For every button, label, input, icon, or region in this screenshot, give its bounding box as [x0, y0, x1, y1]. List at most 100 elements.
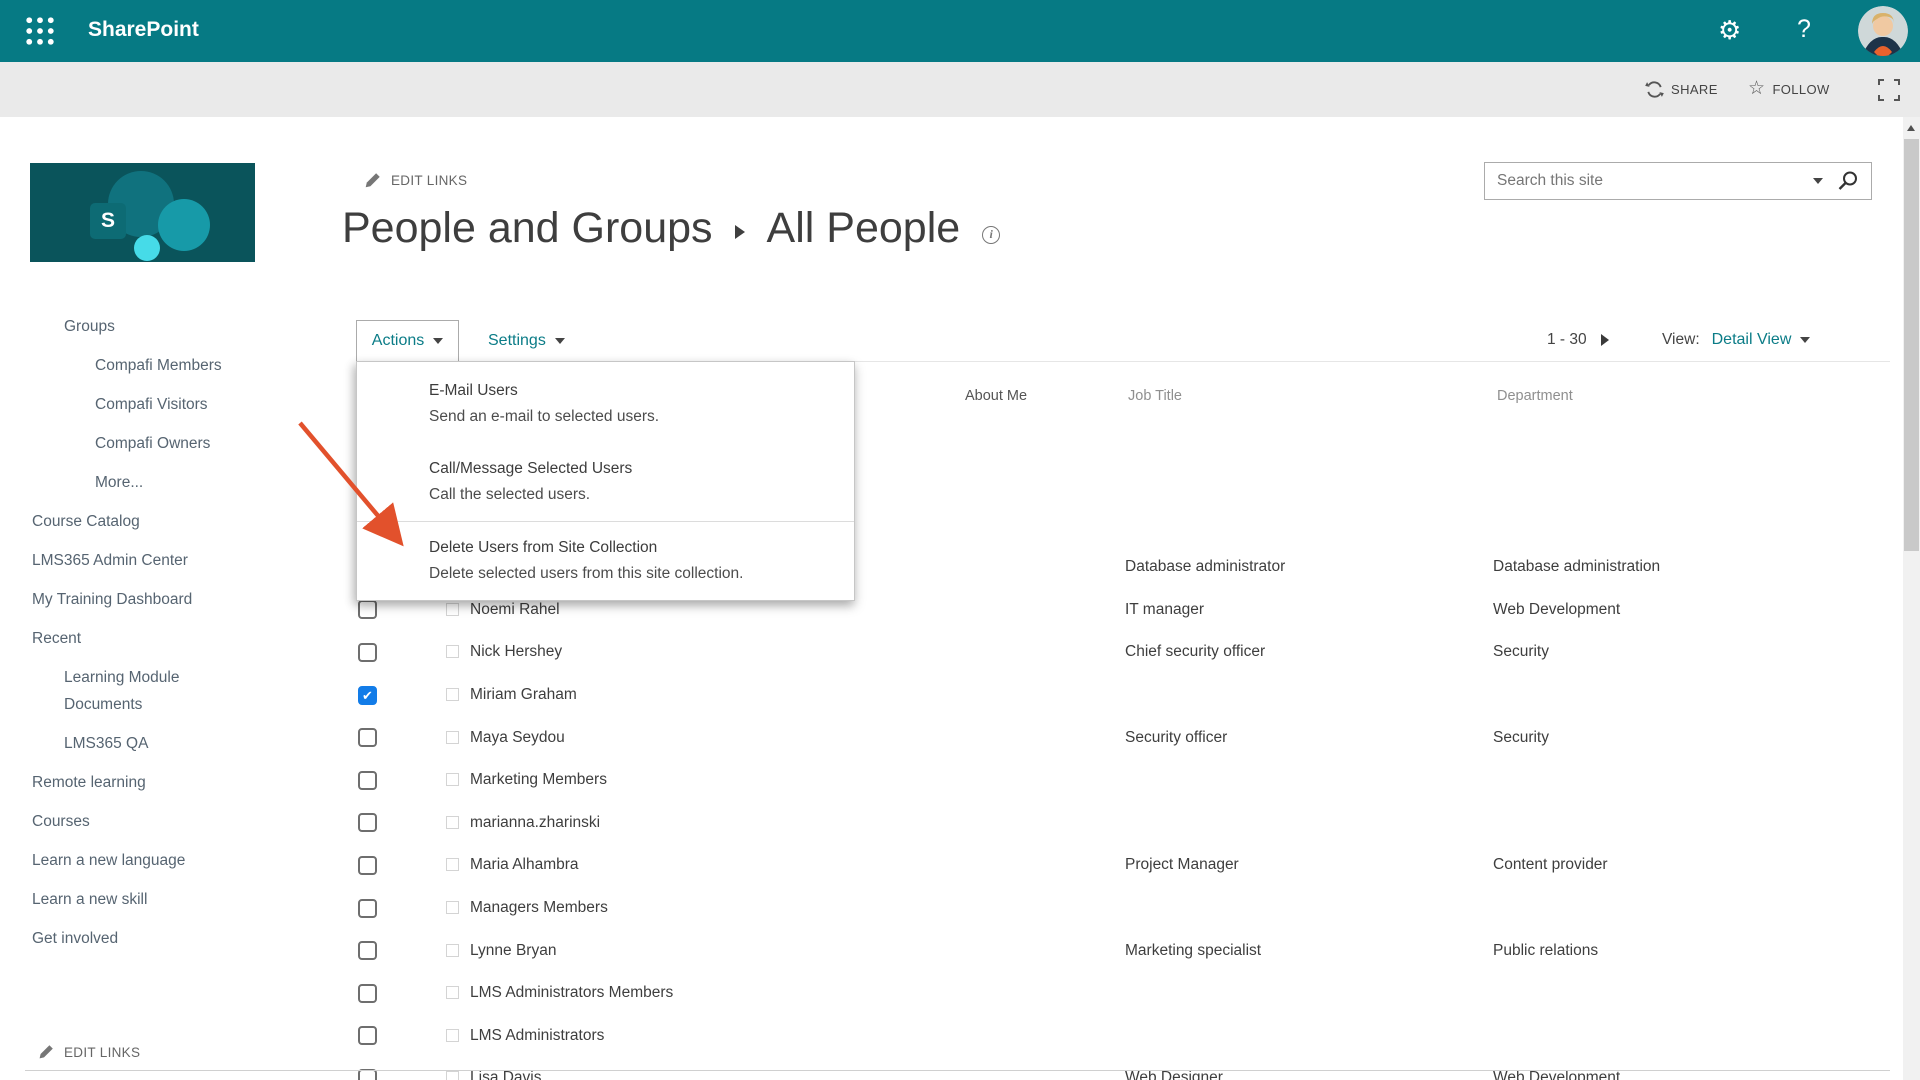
edit-links-top[interactable]: EDIT LINKS [364, 172, 467, 189]
department-cell: Web Development [1493, 1069, 1620, 1080]
row-checkbox[interactable] [358, 686, 377, 705]
info-icon[interactable]: i [982, 226, 1000, 244]
row-checkbox[interactable] [358, 600, 377, 619]
menu-item[interactable]: Call/Message Selected Users Call the sel… [357, 443, 854, 521]
settings-gear-icon[interactable]: ⚙ [1718, 15, 1741, 46]
search-scope-caret-icon[interactable] [1813, 178, 1823, 184]
sidebar-item[interactable]: Learn a new language [0, 841, 240, 880]
menu-item[interactable]: Delete Users from Site Collection Delete… [357, 521, 854, 600]
department-cell: Content provider [1493, 856, 1608, 874]
share-button[interactable]: SHARE [1645, 62, 1718, 117]
sharepoint-brand: SharePoint [88, 18, 199, 42]
sidebar-item[interactable]: Get involved [0, 919, 240, 958]
title-all-people: All People [767, 204, 961, 253]
chevron-down-icon [555, 338, 565, 344]
title-people-and-groups[interactable]: People and Groups [342, 204, 713, 253]
presence-icon [446, 1071, 459, 1080]
sidebar-item[interactable]: Learn a new skill [0, 880, 240, 919]
row-checkbox[interactable] [358, 728, 377, 747]
scroll-up-icon[interactable] [1907, 125, 1915, 131]
row-checkbox[interactable] [358, 941, 377, 960]
table-row: marianna.zharinski [0, 802, 1920, 845]
sidebar-item[interactable]: LMS365 QA [0, 724, 240, 763]
person-name-link[interactable]: Managers Members [470, 899, 608, 917]
sidebar-item[interactable]: Course Catalog [0, 502, 240, 541]
job-title-cell: Marketing specialist [1125, 942, 1261, 960]
menu-item[interactable]: E-Mail Users Send an e-mail to selected … [357, 365, 854, 443]
person-name-link[interactable]: Miriam Graham [470, 686, 577, 704]
row-checkbox[interactable] [358, 643, 377, 662]
person-name-link[interactable]: LMS Administrators Members [470, 984, 673, 1002]
avatar-image [1858, 6, 1908, 56]
sidebar-item[interactable]: Learning Module Documents [0, 658, 240, 724]
column-header-job-title[interactable]: Job Title [1128, 388, 1182, 404]
presence-icon [446, 688, 459, 701]
focus-mode-button[interactable] [1878, 79, 1900, 106]
table-row: Database administrator Database administ… [0, 546, 1920, 589]
sharepoint-s-tile: S [90, 203, 126, 239]
presence-icon [446, 986, 459, 999]
person-name-link[interactable]: Maria Alhambra [470, 856, 579, 874]
follow-button[interactable]: ☆ FOLLOW [1748, 62, 1830, 117]
job-title-cell: IT manager [1125, 601, 1204, 619]
menu-item-title: Delete Users from Site Collection [429, 535, 838, 561]
sidebar-item[interactable]: Groups [0, 307, 240, 346]
table-row: Lisa Davis Web Designer Web Development [0, 1057, 1920, 1080]
presence-icon [446, 603, 459, 616]
view-dropdown[interactable]: Detail View [1712, 331, 1811, 349]
user-avatar[interactable] [1858, 6, 1908, 56]
person-name-link[interactable]: Maya Seydou [470, 729, 565, 747]
search-icon[interactable] [1837, 170, 1859, 192]
department-cell: Public relations [1493, 942, 1598, 960]
person-name-link[interactable]: marianna.zharinski [470, 814, 600, 832]
help-icon[interactable]: ? [1797, 15, 1811, 44]
sidebar-item[interactable]: Compafi Owners [0, 424, 240, 463]
column-header-department[interactable]: Department [1497, 388, 1573, 404]
edit-links-label: EDIT LINKS [391, 173, 467, 188]
next-page-icon[interactable] [1601, 334, 1609, 346]
job-title-cell: Security officer [1125, 729, 1227, 747]
person-name-link[interactable]: Marketing Members [470, 771, 607, 789]
sidebar-item[interactable]: Recent [0, 619, 240, 658]
row-checkbox[interactable] [358, 1026, 377, 1045]
scrollbar-thumb[interactable] [1904, 139, 1919, 551]
sidebar-item[interactable]: My Training Dashboard [0, 580, 240, 619]
sidebar-item[interactable]: LMS365 Admin Center [0, 541, 240, 580]
sidebar-item[interactable]: Courses [0, 802, 240, 841]
person-name-link[interactable]: LMS Administrators [470, 1027, 604, 1045]
settings-dropdown-button[interactable]: Settings [488, 320, 565, 362]
people-list: Database administrator Database administ… [0, 546, 1920, 1080]
quick-launch-sidebar: Groups Compafi Members Compafi Visitors … [0, 307, 240, 958]
row-checkbox[interactable] [358, 813, 377, 832]
person-name-link[interactable]: Nick Hershey [470, 643, 562, 661]
actions-label: Actions [372, 332, 424, 350]
person-name-link[interactable]: Lynne Bryan [470, 942, 556, 960]
job-title-cell: Web Designer [1125, 1069, 1223, 1080]
list-bottom-border [25, 1070, 1890, 1071]
sidebar-item[interactable]: Remote learning [0, 763, 240, 802]
table-row: LMS Administrators [0, 1015, 1920, 1058]
row-checkbox[interactable] [358, 984, 377, 1003]
job-title-cell: Project Manager [1125, 856, 1239, 874]
column-header-about-me[interactable]: About Me [965, 388, 1027, 404]
table-row: LMS Administrators Members [0, 972, 1920, 1015]
search-input[interactable] [1485, 172, 1809, 190]
person-name-link[interactable]: Noemi Rahel [470, 601, 560, 619]
site-logo[interactable]: S [30, 163, 255, 262]
actions-dropdown-button[interactable]: Actions [356, 320, 459, 362]
sidebar-item[interactable]: More... [0, 463, 240, 502]
presence-icon [446, 731, 459, 744]
table-row: Marketing Members [0, 759, 1920, 802]
sidebar-item[interactable]: Compafi Members [0, 346, 240, 385]
person-name-link[interactable]: Lisa Davis [470, 1069, 542, 1080]
row-checkbox[interactable] [358, 856, 377, 875]
row-checkbox[interactable] [358, 771, 377, 790]
presence-icon [446, 858, 459, 871]
vertical-scrollbar[interactable] [1903, 117, 1920, 1080]
sidebar-item[interactable]: Compafi Visitors [0, 385, 240, 424]
presence-icon [446, 645, 459, 658]
menu-item-title: E-Mail Users [429, 378, 838, 404]
row-checkbox[interactable] [358, 899, 377, 918]
app-launcher-waffle-icon[interactable] [26, 17, 54, 45]
presence-icon [446, 1029, 459, 1042]
